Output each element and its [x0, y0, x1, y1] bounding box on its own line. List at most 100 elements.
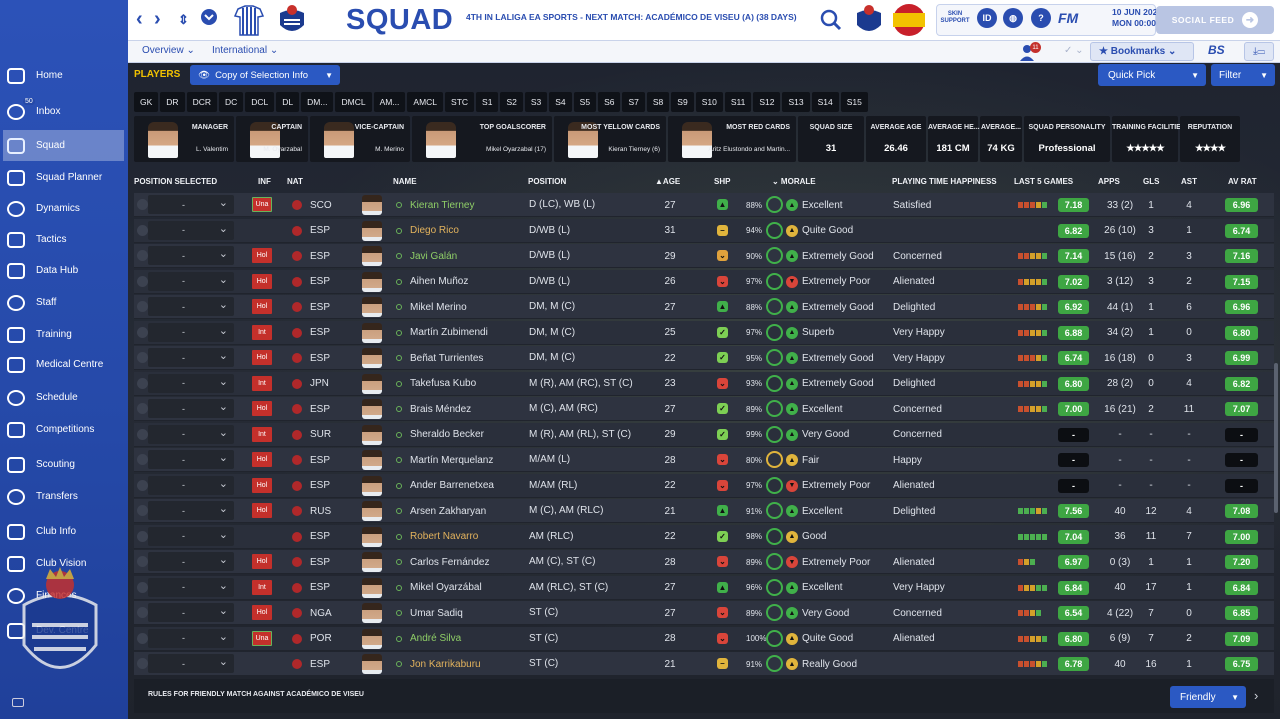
- row-select-dot[interactable]: [137, 428, 148, 440]
- col-position[interactable]: POSITION: [528, 177, 566, 186]
- social-feed-button[interactable]: SOCIAL FEED ➜: [1156, 6, 1274, 34]
- player-name[interactable]: Mikel Oyarzábal: [410, 576, 482, 600]
- sidebar-item-training[interactable]: Training: [3, 319, 124, 350]
- search-icon[interactable]: [820, 9, 842, 31]
- row-select-dot[interactable]: [137, 505, 148, 516]
- filter-button[interactable]: Filter ▼: [1211, 64, 1275, 86]
- summary-card-squad-personality[interactable]: SQUAD PERSONALITY Professional: [1024, 116, 1110, 162]
- summary-card-manager[interactable]: MANAGER L. Valentim: [134, 116, 234, 162]
- position-filter-dm[interactable]: DM...: [301, 92, 334, 112]
- summary-card-training-facilities[interactable]: TRAINING FACILITIES ★★★★★: [1112, 116, 1186, 162]
- row-select-dot[interactable]: [137, 301, 148, 312]
- player-name[interactable]: Mikel Merino: [410, 295, 467, 319]
- sidebar-item-transfers[interactable]: Transfers: [3, 481, 124, 512]
- col-avrat[interactable]: AV RAT: [1228, 177, 1257, 186]
- sidebar-item-medical-centre[interactable]: Medical Centre: [3, 349, 124, 380]
- overview-tab[interactable]: Overview ⌄: [142, 45, 195, 56]
- position-filter-dc[interactable]: DC: [218, 92, 244, 112]
- row-select-dot[interactable]: [137, 224, 148, 236]
- position-filter-s2[interactable]: S2: [500, 92, 523, 112]
- row-select-dot[interactable]: [137, 454, 148, 465]
- position-filter-am[interactable]: AM...: [373, 92, 406, 112]
- row-select-dot[interactable]: [137, 403, 148, 414]
- player-name[interactable]: Carlos Fernández: [410, 550, 489, 574]
- row-select-dot[interactable]: [137, 581, 148, 593]
- row-select-dot[interactable]: [137, 479, 148, 491]
- friendly-dropdown[interactable]: Friendly ▼: [1170, 686, 1246, 708]
- row-select-dot[interactable]: [137, 326, 148, 338]
- position-filter-s1[interactable]: S1: [476, 92, 499, 112]
- sidebar-item-competitions[interactable]: Competitions: [3, 414, 124, 445]
- table-row[interactable]: - Int SUR Sheraldo Becker M (R), AM (RL), ST…: [134, 422, 1274, 447]
- position-selected-dropdown[interactable]: -: [148, 246, 234, 265]
- position-filter-s8[interactable]: S8: [646, 92, 670, 112]
- table-row[interactable]: - ESP Jon Karrikaburu ST (C) 21 – 91% ▲ Really G…: [134, 652, 1274, 676]
- row-select-dot[interactable]: [137, 607, 148, 618]
- table-row[interactable]: - Int JPN Takefusa Kubo M (R), AM (RC), ST (…: [134, 371, 1274, 396]
- player-name[interactable]: Arsen Zakharyan: [410, 499, 486, 523]
- col-morale[interactable]: ⌄ MORALE: [772, 177, 816, 186]
- position-selected-dropdown[interactable]: -: [148, 297, 234, 316]
- keyboard-icon[interactable]: [12, 698, 24, 707]
- sidebar-item-schedule[interactable]: Schedule: [3, 382, 124, 413]
- col-shp[interactable]: SHP: [714, 177, 730, 186]
- col-age[interactable]: ▲AGE: [655, 177, 680, 186]
- table-row[interactable]: - Hol ESP Aihen Muñoz D/WB (L) 26 ⌄ 97% ▼ Extreme…: [134, 269, 1274, 294]
- sidebar-item-home[interactable]: Home: [3, 60, 124, 91]
- position-selected-dropdown[interactable]: -: [148, 424, 234, 444]
- player-name[interactable]: Martín Merquelanz: [410, 448, 493, 472]
- summary-card-captain[interactable]: CAPTAIN M. Oyarzabal: [236, 116, 308, 162]
- quick-pick-button[interactable]: Quick Pick ▼: [1098, 64, 1206, 86]
- player-name[interactable]: Brais Méndez: [410, 397, 471, 421]
- player-name[interactable]: Diego Rico: [410, 219, 459, 243]
- table-row[interactable]: - Hol ESP Beñat Turrientes DM, M (C) 22 ✓ 95% ▲ E…: [134, 346, 1274, 370]
- table-row[interactable]: - Int ESP Mikel Oyarzábal AM (RLC), ST (C) 27…: [134, 575, 1274, 600]
- table-row[interactable]: - Hol ESP Martín Merquelanz M/AM (L) 28 ⌄ 80% ▲ F…: [134, 448, 1274, 472]
- sidebar-item-inbox[interactable]: Inbox 50: [3, 96, 124, 127]
- sidebar-item-data-hub[interactable]: Data Hub: [3, 255, 124, 286]
- position-filter-s6[interactable]: S6: [598, 92, 621, 112]
- summary-card-most-red-cards[interactable]: MOST RED CARDS Aritz Elustondo and Martin…: [668, 116, 796, 162]
- position-filter-amcl[interactable]: AMCL: [407, 92, 444, 112]
- summary-card-average-he[interactable]: AVERAGE HE... 181 CM: [928, 116, 980, 162]
- position-selected-dropdown[interactable]: -: [148, 348, 234, 367]
- summary-card-average[interactable]: AVERAGE... 74 KG: [980, 116, 1022, 162]
- col-playing-time[interactable]: PLAYING TIME HAPPINESS: [892, 177, 997, 186]
- table-row[interactable]: - Una SCO Kieran Tierney D (LC), WB (L) 27 ▲ 88…: [134, 193, 1274, 217]
- club-badge-small-icon[interactable]: [854, 3, 884, 37]
- position-filter-s3[interactable]: S3: [524, 92, 548, 112]
- player-name[interactable]: André Silva: [410, 627, 461, 651]
- sidebar-item-club-info[interactable]: Club Info: [3, 516, 124, 547]
- table-row[interactable]: - Hol RUS Arsen Zakharyan M (C), AM (RLC) 21 ▲…: [134, 499, 1274, 523]
- position-selected-dropdown[interactable]: -: [148, 271, 234, 291]
- row-select-dot[interactable]: [137, 199, 148, 210]
- row-select-dot[interactable]: [137, 250, 148, 261]
- row-select-dot[interactable]: [137, 352, 148, 363]
- col-ast[interactable]: AST: [1181, 177, 1197, 186]
- forward-arrow-icon[interactable]: ›: [154, 8, 161, 31]
- position-selected-dropdown[interactable]: -: [148, 450, 234, 469]
- table-row[interactable]: - Hol ESP Brais Méndez M (C), AM (RC) 27 ✓ 89% ▲…: [134, 397, 1274, 421]
- sidebar-item-squad[interactable]: Squad: [3, 130, 124, 161]
- position-filter-s7[interactable]: S7: [622, 92, 645, 112]
- col-name[interactable]: NAME: [393, 177, 417, 186]
- player-name[interactable]: Beñat Turrientes: [410, 346, 483, 370]
- download-icon[interactable]: ⤓▭: [1244, 42, 1274, 61]
- position-filter-s14[interactable]: S14: [811, 92, 839, 112]
- position-filter-s5[interactable]: S5: [573, 92, 597, 112]
- row-select-dot[interactable]: [137, 632, 148, 644]
- summary-card-top-goalscorer[interactable]: TOP GOALSCORER Mikel Oyarzabal (17): [412, 116, 552, 162]
- table-row[interactable]: - ESP Robert Navarro AM (RLC) 22 ✓ 98% ▲ Good 7.0…: [134, 524, 1274, 549]
- position-filter-s15[interactable]: S15: [840, 92, 868, 112]
- sidebar-item-squad-planner[interactable]: Squad Planner: [3, 162, 124, 193]
- col-nat[interactable]: NAT: [287, 177, 303, 186]
- row-select-dot[interactable]: [137, 377, 148, 389]
- position-selected-dropdown[interactable]: -: [148, 322, 234, 342]
- position-selected-dropdown[interactable]: -: [148, 628, 234, 648]
- sidebar-item-staff[interactable]: Staff: [3, 287, 124, 318]
- position-selected-dropdown[interactable]: -: [148, 603, 234, 622]
- position-filter-dcr[interactable]: DCR: [186, 92, 217, 112]
- table-row[interactable]: - Hol ESP Mikel Merino DM, M (C) 27 ▲ 88% ▲ Extre…: [134, 295, 1274, 319]
- col-apps[interactable]: APPS: [1098, 177, 1120, 186]
- position-selected-dropdown[interactable]: -: [148, 220, 234, 240]
